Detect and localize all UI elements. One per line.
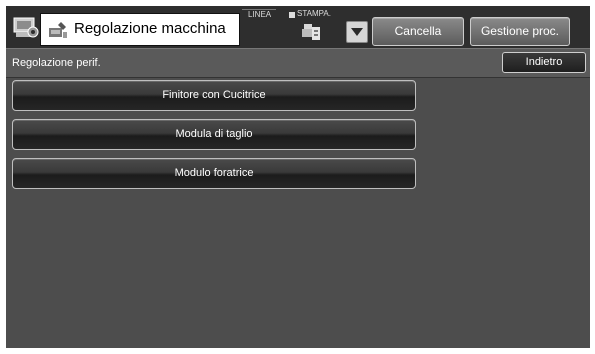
machine-adjust-icon	[49, 22, 67, 38]
stampa-status: STAMPA.	[288, 8, 348, 44]
triangle-down-icon	[351, 28, 363, 36]
back-button[interactable]: Indietro	[502, 52, 586, 73]
section-title: Regolazione perif.	[12, 57, 101, 69]
printer-icon	[302, 24, 320, 40]
menu-item-stapler-finisher[interactable]: Finitore con Cucitrice	[12, 80, 416, 111]
machine-settings-icon[interactable]	[13, 14, 39, 40]
linea-label: LINEA	[242, 9, 276, 19]
status-marker	[289, 12, 295, 18]
menu-item-trimming-module[interactable]: Modula di taglio	[12, 119, 416, 150]
sub-header: Regolazione perif. Indietro	[6, 48, 590, 78]
menu-item-punch-module[interactable]: Modulo foratrice	[12, 158, 416, 189]
page-title: Regolazione macchina	[74, 20, 226, 37]
cancel-button[interactable]: Cancella	[372, 17, 464, 46]
stampa-label: STAMPA.	[297, 9, 331, 18]
dropdown-button[interactable]	[346, 21, 368, 43]
title-box: Regolazione macchina	[40, 13, 240, 46]
screen: Regolazione macchina LINEA STAMPA. Cance…	[6, 6, 590, 348]
process-management-button[interactable]: Gestione proc.	[470, 17, 570, 46]
top-bar: Regolazione macchina LINEA STAMPA. Cance…	[6, 6, 590, 48]
device-menu: Finitore con Cucitrice Modula di taglio …	[12, 80, 416, 197]
